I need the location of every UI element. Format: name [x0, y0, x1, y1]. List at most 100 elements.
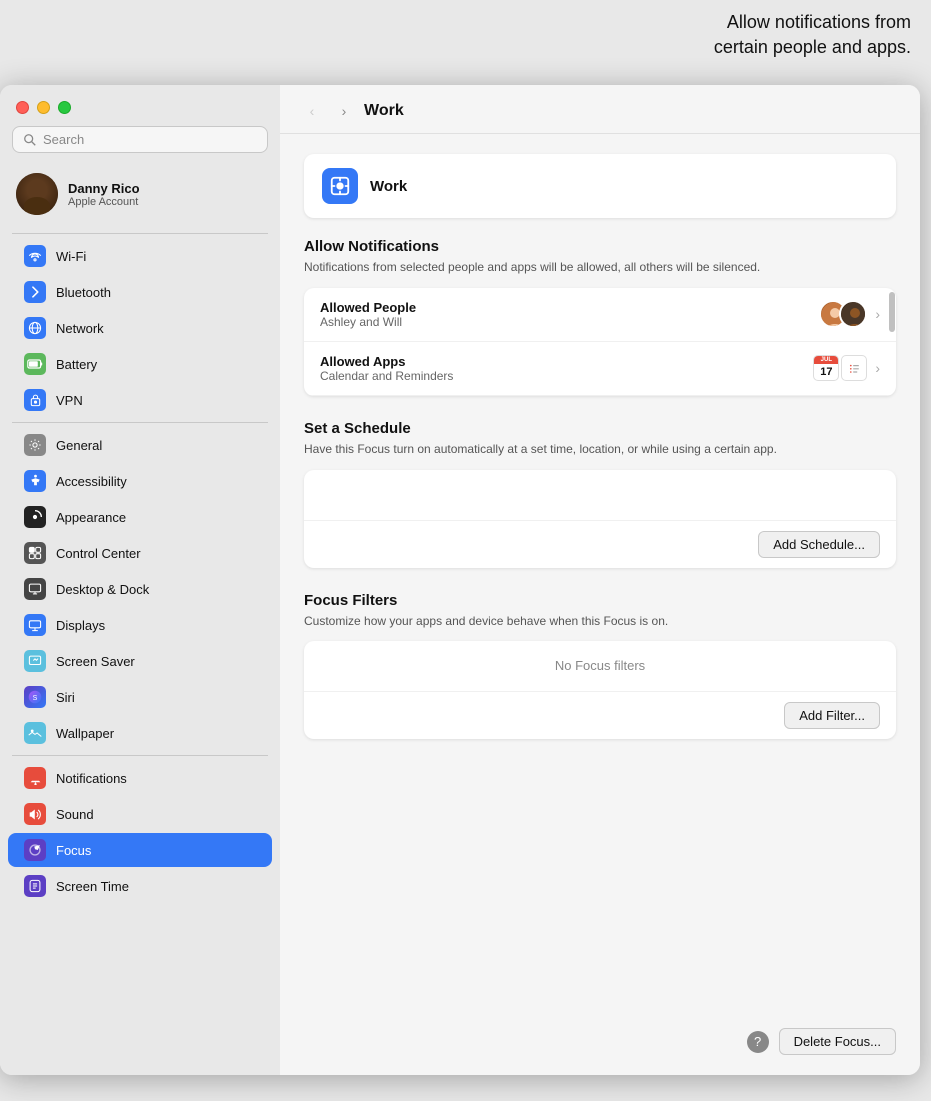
- main-window: Search Danny Rico Apple Account Wi-Fi Bl: [0, 85, 920, 1075]
- reminders-app-icon: [841, 355, 867, 381]
- controlcenter-icon: [24, 542, 46, 564]
- profile-text: Danny Rico Apple Account: [68, 181, 140, 208]
- cal-day: 17: [814, 364, 838, 380]
- sidebar-item-wifi[interactable]: Wi-Fi: [8, 239, 272, 273]
- allowed-apps-title: Allowed Apps: [320, 354, 813, 369]
- filters-card: No Focus filters Add Filter...: [304, 641, 896, 739]
- sidebar-label-notifications: Notifications: [56, 771, 127, 786]
- allowed-apps-subtitle: Calendar and Reminders: [320, 369, 813, 383]
- sidebar-label-sound: Sound: [56, 807, 94, 822]
- allowed-card: Allowed People Ashley and Will: [304, 288, 896, 396]
- sidebar-label-focus: Focus: [56, 843, 91, 858]
- schedule-title: Set a Schedule: [304, 420, 896, 437]
- search-placeholder: Search: [43, 132, 84, 147]
- people-chevron: ›: [875, 306, 880, 322]
- page-title: Work: [364, 102, 404, 120]
- sidebar-label-accessibility: Accessibility: [56, 474, 127, 489]
- apps-icons: JUL 17: [813, 355, 867, 381]
- delete-focus-button[interactable]: Delete Focus...: [779, 1028, 896, 1055]
- sidebar-label-screentime: Screen Time: [56, 879, 129, 894]
- no-filters-label: No Focus filters: [555, 658, 645, 673]
- allowed-people-info: Allowed People Ashley and Will: [320, 300, 819, 329]
- sidebar-label-wifi: Wi-Fi: [56, 249, 86, 264]
- add-filter-button[interactable]: Add Filter...: [784, 702, 880, 729]
- profile-name: Danny Rico: [68, 181, 140, 196]
- sidebar-item-sound[interactable]: Sound: [8, 797, 272, 831]
- add-schedule-button[interactable]: Add Schedule...: [758, 531, 880, 558]
- cal-month: JUL: [814, 356, 838, 364]
- sidebar-item-screentime[interactable]: Screen Time: [8, 869, 272, 903]
- sidebar-item-battery[interactable]: Battery: [8, 347, 272, 381]
- allowed-apps-row[interactable]: Allowed Apps Calendar and Reminders JUL …: [304, 342, 896, 396]
- allowed-people-subtitle: Ashley and Will: [320, 315, 819, 329]
- accessibility-icon: [24, 470, 46, 492]
- filters-desc: Customize how your apps and device behav…: [304, 613, 896, 630]
- sound-icon: [24, 803, 46, 825]
- sidebar-label-network: Network: [56, 321, 104, 336]
- sidebar-divider-1: [12, 233, 268, 234]
- sidebar-item-accessibility[interactable]: Accessibility: [8, 464, 272, 498]
- sidebar-item-vpn[interactable]: VPN: [8, 383, 272, 417]
- profile-item[interactable]: Danny Rico Apple Account: [0, 165, 280, 229]
- notifications-icon: [24, 767, 46, 789]
- allowed-people-right: ›: [819, 300, 880, 328]
- sidebar-item-bluetooth[interactable]: Bluetooth: [8, 275, 272, 309]
- sidebar-label-displays: Displays: [56, 618, 105, 633]
- maximize-button[interactable]: [58, 101, 71, 114]
- siri-icon: S: [24, 686, 46, 708]
- schedule-card: Add Schedule...: [304, 470, 896, 568]
- forward-button[interactable]: ›: [332, 99, 356, 123]
- scroll-track: [888, 288, 896, 396]
- main-content: ‹ › Work Work: [280, 85, 920, 1075]
- sidebar-item-notifications[interactable]: Notifications: [8, 761, 272, 795]
- sidebar-item-screensaver[interactable]: Screen Saver: [8, 644, 272, 678]
- bluetooth-icon: [24, 281, 46, 303]
- sidebar-item-siri[interactable]: S Siri: [8, 680, 272, 714]
- sidebar: Search Danny Rico Apple Account Wi-Fi Bl: [0, 85, 280, 1075]
- search-icon: [23, 133, 37, 147]
- window-controls: [0, 85, 280, 126]
- desktop-icon: [24, 578, 46, 600]
- bottom-row: ? Delete Focus...: [280, 1018, 920, 1075]
- sidebar-item-displays[interactable]: Displays: [8, 608, 272, 642]
- sidebar-item-general[interactable]: General: [8, 428, 272, 462]
- sidebar-label-bluetooth: Bluetooth: [56, 285, 111, 300]
- sidebar-label-battery: Battery: [56, 357, 97, 372]
- sidebar-item-wallpaper[interactable]: Wallpaper: [8, 716, 272, 750]
- sidebar-label-screensaver: Screen Saver: [56, 654, 135, 669]
- schedule-empty-area: [304, 470, 896, 520]
- profile-subtitle: Apple Account: [68, 196, 140, 208]
- search-box[interactable]: Search: [12, 126, 268, 153]
- displays-icon: [24, 614, 46, 636]
- vpn-icon: [24, 389, 46, 411]
- focus-header-card: Work: [304, 154, 896, 218]
- calendar-app-icon: JUL 17: [813, 355, 839, 381]
- sidebar-item-appearance[interactable]: Appearance: [8, 500, 272, 534]
- sidebar-label-controlcenter: Control Center: [56, 546, 141, 561]
- back-button[interactable]: ‹: [300, 99, 324, 123]
- content-area: Work Allow Notifications Notifications f…: [280, 134, 920, 1018]
- filters-title: Focus Filters: [304, 592, 896, 609]
- allow-notifications-title: Allow Notifications: [304, 238, 896, 255]
- allowed-people-row[interactable]: Allowed People Ashley and Will: [304, 288, 896, 342]
- sidebar-item-desktop[interactable]: Desktop & Dock: [8, 572, 272, 606]
- apps-chevron: ›: [875, 360, 880, 376]
- network-icon: [24, 317, 46, 339]
- close-button[interactable]: [16, 101, 29, 114]
- general-icon: [24, 434, 46, 456]
- help-button[interactable]: ?: [747, 1031, 769, 1053]
- allowed-apps-info: Allowed Apps Calendar and Reminders: [320, 354, 813, 383]
- sidebar-divider-2: [12, 422, 268, 423]
- filters-section: Focus Filters Customize how your apps an…: [304, 592, 896, 740]
- sidebar-item-controlcenter[interactable]: Control Center: [8, 536, 272, 570]
- focus-header-icon: [322, 168, 358, 204]
- filter-btn-row: Add Filter...: [304, 692, 896, 739]
- allow-notifications-desc: Notifications from selected people and a…: [304, 259, 896, 276]
- minimize-button[interactable]: [37, 101, 50, 114]
- sidebar-divider-3: [12, 755, 268, 756]
- schedule-section: Set a Schedule Have this Focus turn on a…: [304, 420, 896, 568]
- schedule-btn-row: Add Schedule...: [304, 520, 896, 568]
- sidebar-item-focus[interactable]: Focus: [8, 833, 272, 867]
- sidebar-item-network[interactable]: Network: [8, 311, 272, 345]
- svg-text:S: S: [33, 695, 38, 702]
